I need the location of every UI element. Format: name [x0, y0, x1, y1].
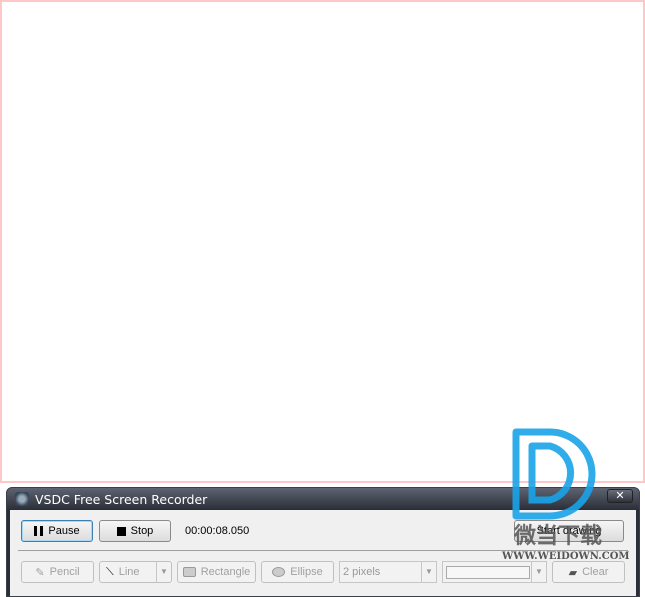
stop-icon — [116, 526, 126, 536]
recorder-window: VSDC Free Screen Recorder ✕ Pause Stop 0… — [6, 487, 640, 597]
rectangle-button[interactable]: Rectangle — [177, 561, 256, 583]
pencil-icon: ✎ — [35, 566, 45, 579]
stop-label: Stop — [130, 525, 154, 537]
chevron-down-icon: ▼ — [421, 562, 436, 582]
clear-label: Clear — [582, 566, 609, 578]
window-title: VSDC Free Screen Recorder — [35, 491, 208, 507]
recording-area — [0, 0, 645, 483]
ellipse-button[interactable]: Ellipse — [261, 561, 334, 583]
pause-button[interactable]: Pause — [21, 520, 93, 542]
app-icon — [15, 492, 29, 506]
line-icon: ⟍ — [106, 565, 114, 578]
title-bar: VSDC Free Screen Recorder — [7, 488, 639, 510]
rectangle-label: Rectangle — [200, 566, 251, 578]
line-label: Line — [118, 566, 140, 578]
line-button[interactable]: ⟍ Line ▼ — [99, 561, 172, 583]
pencil-button[interactable]: ✎ Pencil — [21, 561, 94, 583]
ellipse-label: Ellipse — [290, 566, 323, 578]
chevron-down-icon: ▼ — [531, 562, 546, 582]
rectangle-icon — [182, 567, 196, 577]
elapsed-time: 00:00:08.050 — [185, 525, 250, 537]
pause-label: Pause — [48, 525, 80, 537]
chevron-down-icon[interactable]: ▼ — [156, 562, 171, 582]
color-select[interactable]: ▼ — [442, 561, 547, 583]
stop-button[interactable]: Stop — [99, 520, 171, 542]
color-swatch — [446, 566, 530, 579]
start-drawing-label: Start drawing — [536, 525, 602, 537]
eraser-icon: ▰ — [568, 566, 578, 579]
thickness-value: 2 pixels — [343, 566, 381, 578]
clear-button[interactable]: ▰ Clear — [552, 561, 625, 583]
pause-icon — [34, 526, 44, 536]
thickness-select[interactable]: 2 pixels ▼ — [339, 561, 437, 583]
ellipse-icon — [272, 567, 286, 577]
pencil-label: Pencil — [49, 566, 80, 578]
divider — [18, 550, 628, 551]
close-button[interactable]: ✕ — [607, 489, 633, 503]
start-drawing-button[interactable]: Start drawing — [514, 520, 624, 542]
